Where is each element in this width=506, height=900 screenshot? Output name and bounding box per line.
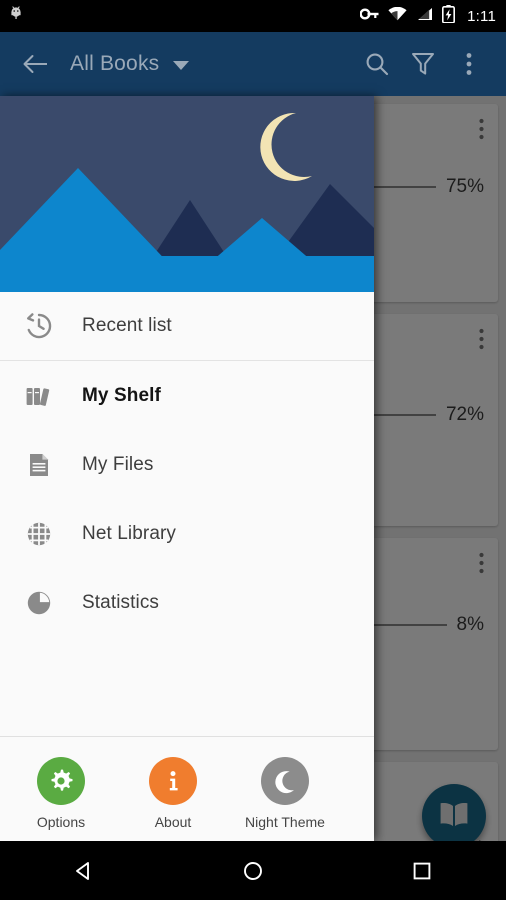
drawer-item-my-shelf[interactable]: My Shelf xyxy=(0,361,374,430)
overflow-menu-icon[interactable] xyxy=(446,41,492,87)
navigation-drawer: Recent list My Shelf My Files Net Librar… xyxy=(0,96,374,841)
cellular-signal-icon xyxy=(416,7,433,26)
drawer-item-label: Recent list xyxy=(82,315,172,336)
back-arrow-icon[interactable] xyxy=(14,43,56,85)
drawer-item-net-library[interactable]: Net Library xyxy=(0,499,374,568)
drawer-header-illustration xyxy=(0,96,374,292)
filter-funnel-icon[interactable] xyxy=(400,41,446,87)
android-navigation-bar xyxy=(0,841,506,900)
drawer-item-label: My Files xyxy=(82,453,154,475)
app-toolbar: All Books xyxy=(0,32,506,96)
drawer-item-label: Net Library xyxy=(82,522,177,544)
search-icon[interactable] xyxy=(354,41,400,87)
drawer-footer-actions: Options About Night Theme xyxy=(0,736,374,841)
caret-down-icon[interactable] xyxy=(173,61,190,70)
night-theme-label: Night Theme xyxy=(245,814,325,830)
drawer-item-label: Statistics xyxy=(82,591,160,613)
toolbar-title[interactable]: All Books xyxy=(70,52,159,76)
vpn-key-icon xyxy=(359,7,379,26)
about-button[interactable]: About xyxy=(130,757,216,830)
history-clock-icon xyxy=(24,311,58,341)
battery-charging-icon xyxy=(442,4,456,28)
document-file-icon xyxy=(24,450,58,480)
info-icon xyxy=(149,757,197,805)
nav-home-icon[interactable] xyxy=(218,841,288,900)
status-bar-clock: 1:11 xyxy=(467,7,496,25)
night-theme-button[interactable]: Night Theme xyxy=(242,757,328,830)
pie-chart-icon xyxy=(24,588,58,618)
nav-recents-icon[interactable] xyxy=(387,841,457,900)
gear-icon xyxy=(37,757,85,805)
drawer-item-recent-list[interactable]: Recent list xyxy=(0,292,374,361)
moon-theme-icon xyxy=(261,757,309,805)
phone-screen: 1:11 All Books Recent list My Shelf My F… xyxy=(0,0,506,900)
options-button[interactable]: Options xyxy=(18,757,104,830)
drawer-item-my-files[interactable]: My Files xyxy=(0,430,374,499)
about-label: About xyxy=(154,814,192,830)
drawer-item-statistics[interactable]: Statistics xyxy=(0,568,374,637)
drawer-menu-list: Recent list My Shelf My Files Net Librar… xyxy=(0,292,374,736)
globe-grid-icon xyxy=(24,519,58,549)
drawer-item-label: My Shelf xyxy=(82,384,161,406)
status-bar: 1:11 xyxy=(0,0,506,32)
wifi-icon xyxy=(388,6,407,26)
status-bar-icons: 1:11 xyxy=(359,4,496,28)
android-robot-icon xyxy=(8,5,24,27)
status-bar-notifications xyxy=(8,5,360,27)
options-label: Options xyxy=(36,814,86,830)
night-mountains-illustration xyxy=(0,96,374,292)
books-shelf-icon xyxy=(24,381,58,411)
nav-back-icon[interactable] xyxy=(49,841,119,900)
